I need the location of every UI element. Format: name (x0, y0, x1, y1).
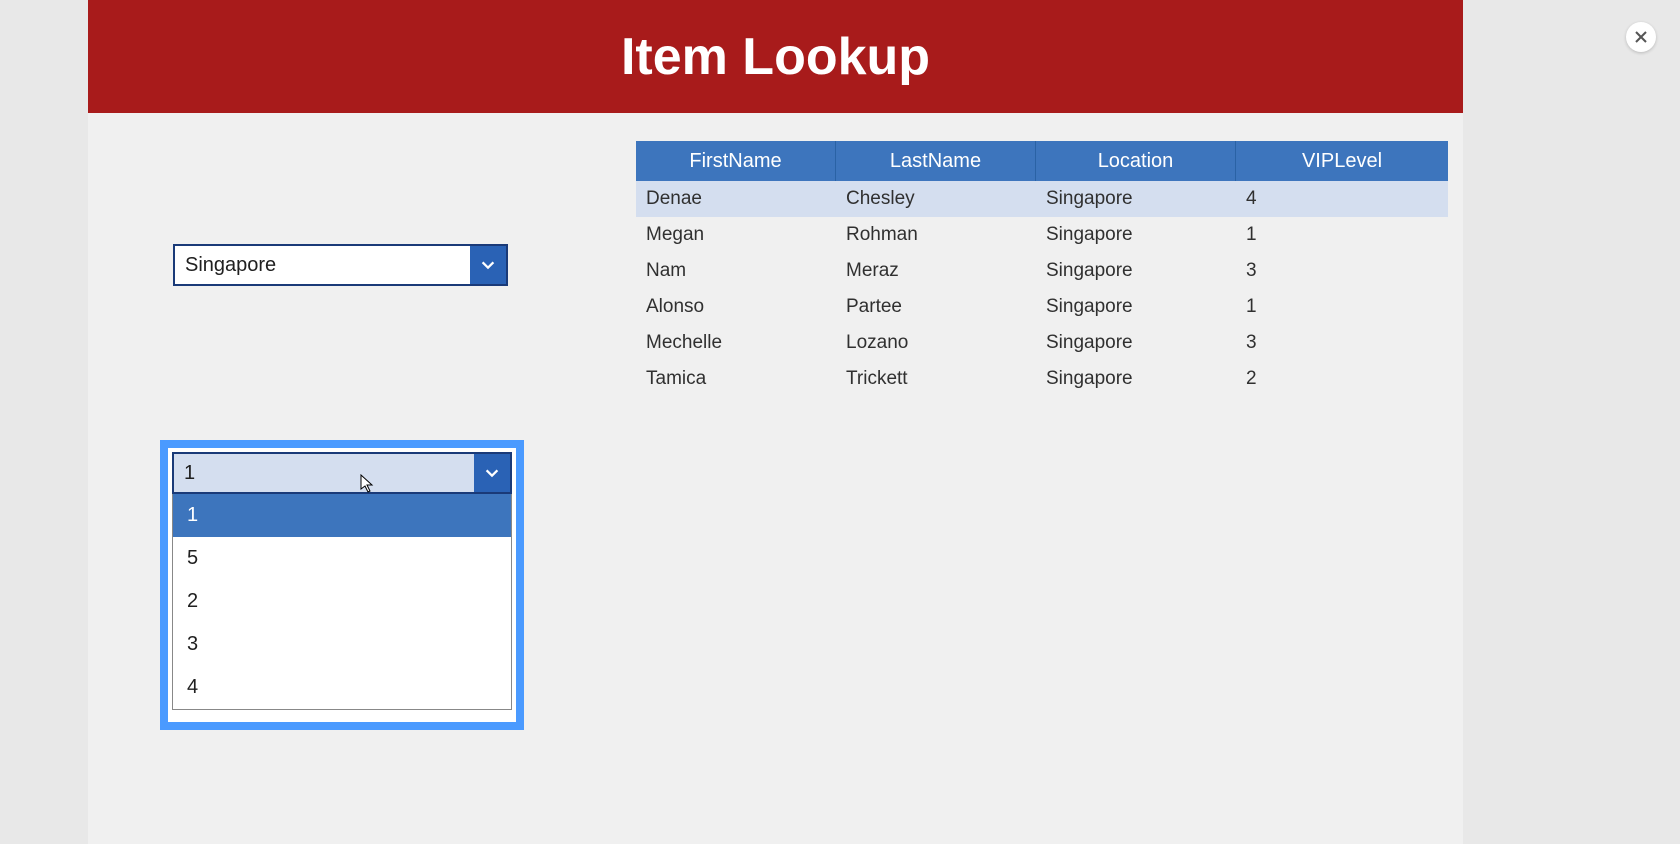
vip-dropdown-value: 1 (174, 454, 474, 492)
table-row[interactable]: AlonsoParteeSingapore1 (636, 289, 1448, 325)
table-cell: Lozano (836, 325, 1036, 361)
table-row[interactable]: TamicaTrickettSingapore2 (636, 361, 1448, 397)
table-cell: Partee (836, 289, 1036, 325)
chevron-down-icon (470, 246, 506, 284)
table-cell: 4 (1236, 181, 1448, 217)
table-cell: 3 (1236, 253, 1448, 289)
table-cell: Singapore (1036, 217, 1236, 253)
vip-dropdown[interactable]: 1 (172, 452, 512, 494)
location-dropdown-value: Singapore (175, 246, 470, 284)
table-cell: Singapore (1036, 289, 1236, 325)
app-window: Item Lookup Singapore 1 15234 (88, 0, 1463, 844)
table-header-cell[interactable]: Location (1036, 141, 1236, 181)
table-cell: Tamica (636, 361, 836, 397)
vip-dropdown-list: 15234 (172, 494, 512, 710)
table-cell: Singapore (1036, 253, 1236, 289)
table-header-cell[interactable]: FirstName (636, 141, 836, 181)
vip-dropdown-option[interactable]: 3 (173, 623, 511, 666)
vip-dropdown-option[interactable]: 4 (173, 666, 511, 709)
page-title: Item Lookup (621, 27, 930, 87)
table-cell: 1 (1236, 217, 1448, 253)
table-cell: Singapore (1036, 361, 1236, 397)
close-button[interactable] (1626, 22, 1656, 52)
table-cell: Nam (636, 253, 836, 289)
header: Item Lookup (88, 0, 1463, 113)
results-table: FirstNameLastNameLocationVIPLevel DenaeC… (636, 141, 1448, 397)
table-row[interactable]: MeganRohmanSingapore1 (636, 217, 1448, 253)
table-cell: Denae (636, 181, 836, 217)
location-dropdown[interactable]: Singapore (173, 244, 508, 286)
table-body: DenaeChesleySingapore4MeganRohmanSingapo… (636, 181, 1448, 397)
table-header-cell[interactable]: VIPLevel (1236, 141, 1448, 181)
table-cell: Mechelle (636, 325, 836, 361)
table-cell: Singapore (1036, 325, 1236, 361)
table-row[interactable]: DenaeChesleySingapore4 (636, 181, 1448, 217)
table-cell: Trickett (836, 361, 1036, 397)
table-cell: Chesley (836, 181, 1036, 217)
vip-dropdown-option[interactable]: 2 (173, 580, 511, 623)
chevron-down-icon (474, 454, 510, 492)
table-row[interactable]: MechelleLozanoSingapore3 (636, 325, 1448, 361)
vip-dropdown-option[interactable]: 1 (173, 494, 511, 537)
table-cell: 3 (1236, 325, 1448, 361)
table-cell: 2 (1236, 361, 1448, 397)
vip-dropdown-highlight: 1 15234 (160, 440, 524, 730)
vip-dropdown-option[interactable]: 5 (173, 537, 511, 580)
table-cell: Rohman (836, 217, 1036, 253)
table-cell: 1 (1236, 289, 1448, 325)
table-cell: Alonso (636, 289, 836, 325)
table-header-row: FirstNameLastNameLocationVIPLevel (636, 141, 1448, 181)
table-row[interactable]: NamMerazSingapore3 (636, 253, 1448, 289)
table-header-cell[interactable]: LastName (836, 141, 1036, 181)
close-icon (1634, 30, 1648, 44)
content-area: Singapore 1 15234 FirstNameLastNameLocat… (88, 113, 1463, 844)
table-cell: Meraz (836, 253, 1036, 289)
table-cell: Megan (636, 217, 836, 253)
table-cell: Singapore (1036, 181, 1236, 217)
